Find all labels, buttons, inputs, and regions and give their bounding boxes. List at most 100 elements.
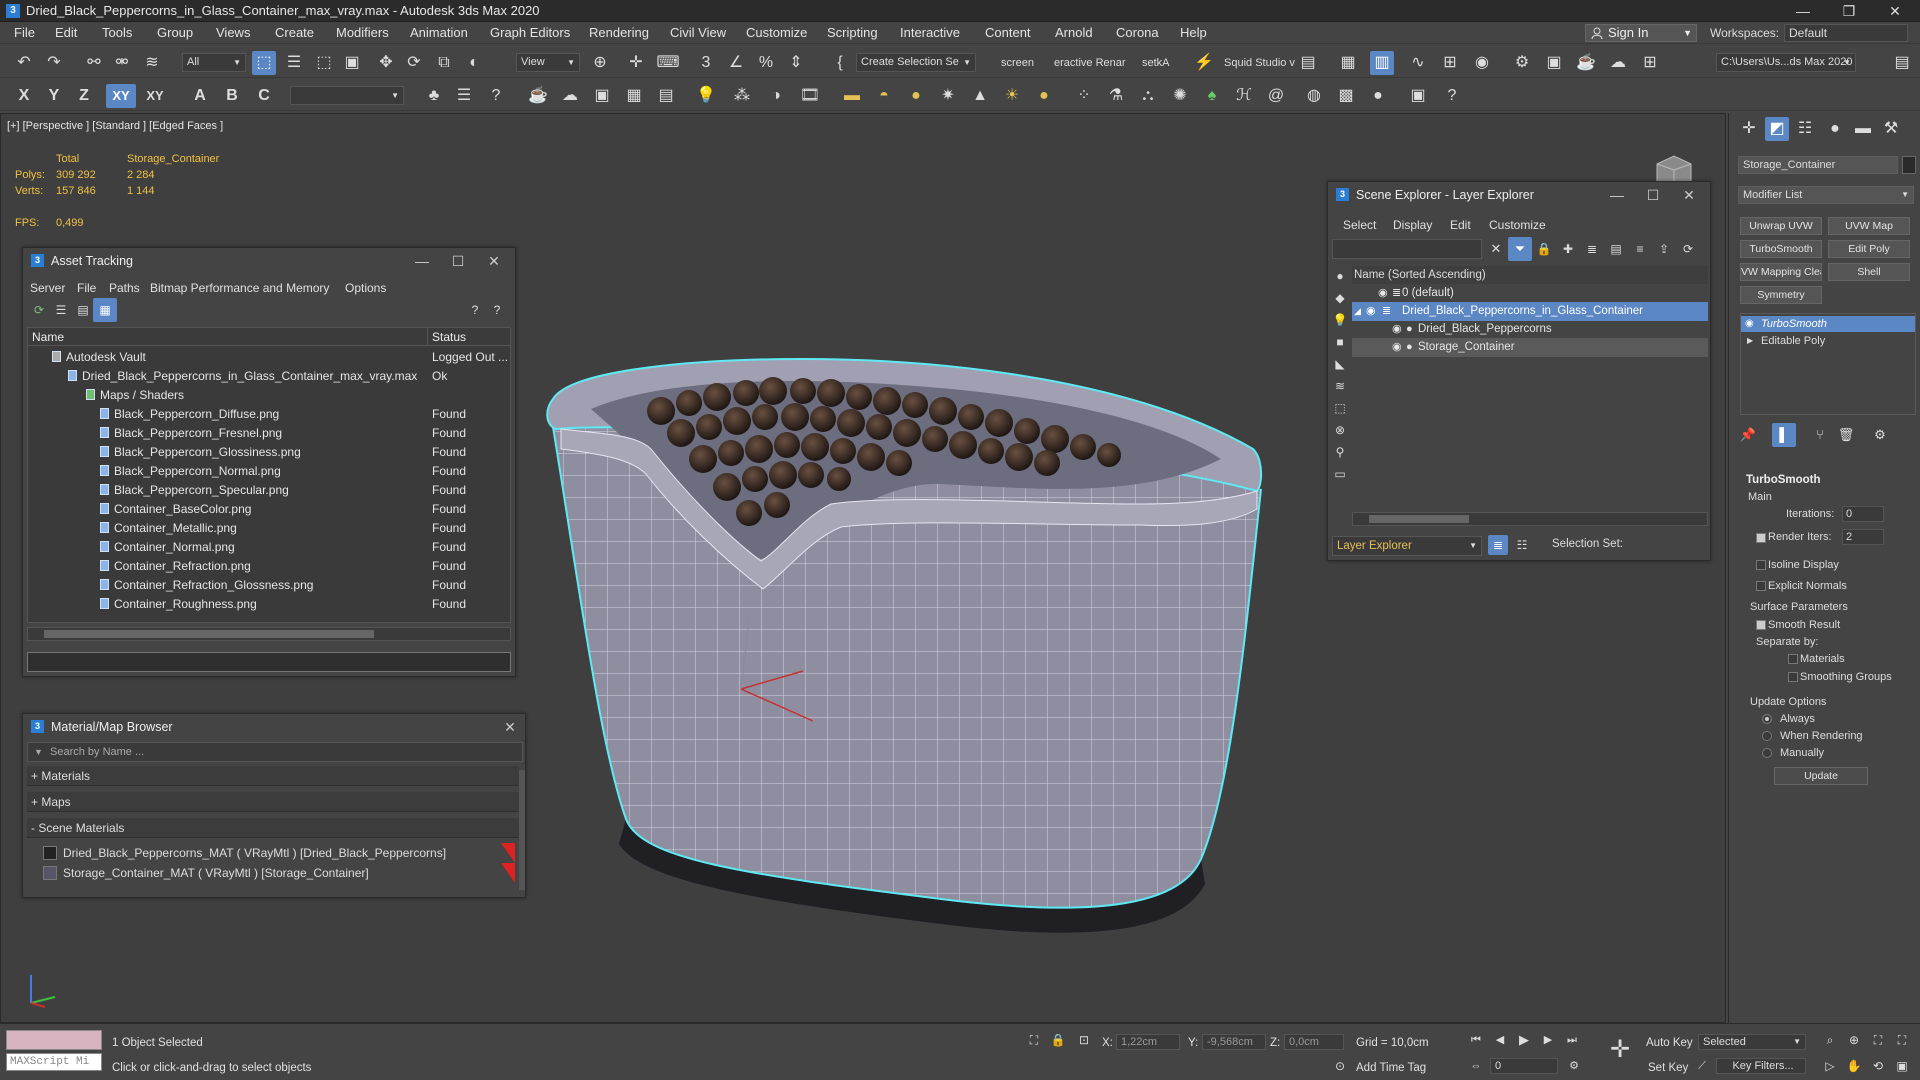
help-icon[interactable]: ? [463, 298, 487, 322]
smooth-result-checkbox[interactable] [1756, 620, 1766, 630]
object-row-highlighted[interactable]: ◉ ● Storage_Container [1352, 338, 1708, 357]
go-to-end-icon[interactable]: ⏭ [1562, 1030, 1582, 1050]
maximize-viewport-icon[interactable]: ▣ [1892, 1056, 1912, 1076]
menu-create[interactable]: Create [275, 22, 314, 44]
sign-in-button[interactable]: Sign In ▼ [1585, 24, 1697, 42]
material-search-input[interactable]: ▼ Search by Name ... [27, 742, 523, 762]
teapot-icon[interactable]: ☕ [526, 84, 550, 108]
sync-icon[interactable]: ⟳ [1676, 237, 1700, 261]
current-frame-field[interactable]: 0 [1490, 1058, 1558, 1074]
viewport-label[interactable]: [+] [Perspective ] [Standard ] [Edged Fa… [7, 120, 223, 132]
close-button[interactable]: ✕ [495, 714, 525, 740]
next-frame-icon[interactable]: ▶ [1538, 1030, 1558, 1050]
list-view-icon[interactable]: ☰ [49, 298, 73, 322]
menu-arnold[interactable]: Arnold [1055, 22, 1093, 44]
cone-icon[interactable]: ▲ [968, 84, 992, 108]
scene-menu-display[interactable]: Display [1393, 218, 1432, 232]
object-color-swatch[interactable] [1902, 156, 1916, 174]
a360-gallery-icon[interactable]: ⊞ [1638, 51, 1662, 75]
minimize-button[interactable]: — [1780, 0, 1826, 22]
time-tag-icon[interactable]: ⊙ [1330, 1056, 1350, 1076]
display-helpers-icon[interactable]: ◣ [1330, 354, 1350, 374]
object-name-field[interactable]: Storage_Container [1738, 156, 1898, 174]
x-coord-field[interactable]: 1,22cm [1116, 1034, 1180, 1050]
display-spacewarps-icon[interactable]: ≋ [1330, 376, 1350, 396]
toggle-ribbon-icon[interactable]: ▥ [1370, 51, 1394, 75]
layer-props-icon[interactable]: ▤ [1604, 237, 1628, 261]
asset-row[interactable]: Container_Roughness.png Found [28, 595, 510, 614]
tree-icon[interactable]: ♣ [422, 84, 446, 108]
fur-icon[interactable]: ⚗ [1104, 84, 1128, 108]
placement-icon[interactable]: ◐ [462, 51, 486, 75]
scene-material-item[interactable]: Dried_Black_Peppercorns_MAT ( VRayMtl ) … [37, 843, 517, 863]
workspace-dropdown[interactable]: Default [1784, 24, 1908, 42]
close-button[interactable]: ✕ [1872, 0, 1918, 22]
maximize-button[interactable]: ☐ [443, 248, 473, 274]
y-coord-field[interactable]: -9,568cm [1202, 1034, 1266, 1050]
tab-interactive-render[interactable]: eractive Renar [1054, 54, 1126, 72]
asset-menu-file[interactable]: File [77, 281, 96, 295]
always-radio[interactable] [1762, 714, 1772, 724]
menu-civil-view[interactable]: Civil View [670, 22, 726, 44]
render-setup-icon[interactable]: ⚙ [1510, 51, 1534, 75]
curve-editor-icon[interactable]: ∿ [1406, 51, 1430, 75]
percent-snap-icon[interactable]: % [754, 51, 778, 75]
time-config-icon[interactable]: ⚙ [1564, 1056, 1584, 1076]
maxscript-listener-output[interactable] [6, 1030, 102, 1050]
display-bones-icon[interactable]: ⚲ [1330, 442, 1350, 462]
menu-modifiers[interactable]: Modifiers [336, 22, 389, 44]
render-in-cloud-icon[interactable]: ☁ [1606, 51, 1630, 75]
group-maps[interactable]: + Maps [27, 792, 519, 812]
stack-item-editable-poly[interactable]: ▶ Editable Poly [1741, 333, 1915, 349]
eye-icon[interactable]: ◉ [1392, 320, 1402, 339]
close-button[interactable]: ✕ [1674, 182, 1704, 208]
sphere-light-icon[interactable]: ● [904, 84, 928, 108]
update-button[interactable]: Update [1774, 767, 1868, 785]
scene-material-item[interactable]: Storage_Container_MAT ( VRayMtl ) [Stora… [37, 863, 517, 883]
refresh-icon[interactable]: ⟳ [27, 298, 51, 322]
go-to-start-icon[interactable]: ⏮ [1466, 1030, 1486, 1050]
asset-row[interactable]: Autodesk Vault Logged Out ... [28, 348, 510, 367]
eye-icon[interactable]: ◉ [1392, 338, 1402, 357]
shell-button[interactable]: Shell [1828, 263, 1910, 281]
unlink-icon[interactable]: ⚮ [110, 51, 134, 75]
absolute-mode-icon[interactable]: ⊡ [1074, 1030, 1094, 1050]
bold-tool-icon[interactable]: B [220, 84, 244, 108]
help-circle-icon[interactable]: ? [1440, 84, 1464, 108]
undo-icon[interactable]: ↶ [12, 51, 36, 75]
axis-x-button[interactable]: X [12, 84, 36, 108]
scatter-icon[interactable]: ⁘ [1072, 84, 1096, 108]
display-lights-icon[interactable]: 💡 [1330, 310, 1350, 330]
expand-arrow-icon[interactable]: ◢ [1354, 302, 1361, 321]
scale-icon[interactable]: ⧉ [432, 51, 456, 75]
manually-radio[interactable] [1762, 748, 1772, 758]
new-layer-icon[interactable]: ✚ [1556, 237, 1580, 261]
secondary-dropdown[interactable]: ▼ [290, 86, 404, 105]
auto-key-button[interactable]: Auto Key [1646, 1037, 1693, 1049]
menu-help[interactable]: Help [1180, 22, 1207, 44]
proxy-icon[interactable]: ⛬ [1136, 84, 1160, 108]
play-icon[interactable]: ▶ [1514, 1030, 1534, 1050]
reference-coordinate-dropdown[interactable]: View ▼ [516, 53, 580, 72]
snail-icon[interactable]: @ [1264, 84, 1288, 108]
zoom-icon[interactable]: ⌕ [1820, 1030, 1840, 1050]
redo-icon[interactable]: ↷ [42, 51, 66, 75]
toggle-scene-explorer-icon[interactable]: ▦ [1336, 51, 1360, 75]
modify-tab-icon[interactable]: ◩ [1765, 117, 1789, 141]
schematic-view-icon[interactable]: ⊞ [1438, 51, 1462, 75]
isoline-display-checkbox[interactable] [1756, 560, 1766, 570]
scene-menu-edit[interactable]: Edit [1450, 218, 1471, 232]
spinner-snap-icon[interactable]: ⇕ [784, 51, 808, 75]
zoom-all-icon[interactable]: ⊕ [1844, 1030, 1864, 1050]
asset-row[interactable]: Black_Peppercorn_Specular.png Found [28, 481, 510, 500]
layers-icon[interactable]: ≣ [1580, 237, 1604, 261]
turbosmooth-rollout-title[interactable]: TurboSmooth [1746, 474, 1821, 486]
particles-icon[interactable]: ⁂ [730, 84, 754, 108]
uvw-map-button[interactable]: UVW Map [1828, 217, 1910, 235]
zoom-extents-icon[interactable]: ⛶ [1868, 1030, 1888, 1050]
snaps-toggle-icon[interactable]: 3 [694, 51, 718, 75]
list-icon[interactable]: ☰ [452, 84, 476, 108]
menu-interactive[interactable]: Interactive [900, 22, 960, 44]
film-icon[interactable]: 🎞 [798, 84, 822, 108]
close-button[interactable]: ✕ [479, 248, 509, 274]
